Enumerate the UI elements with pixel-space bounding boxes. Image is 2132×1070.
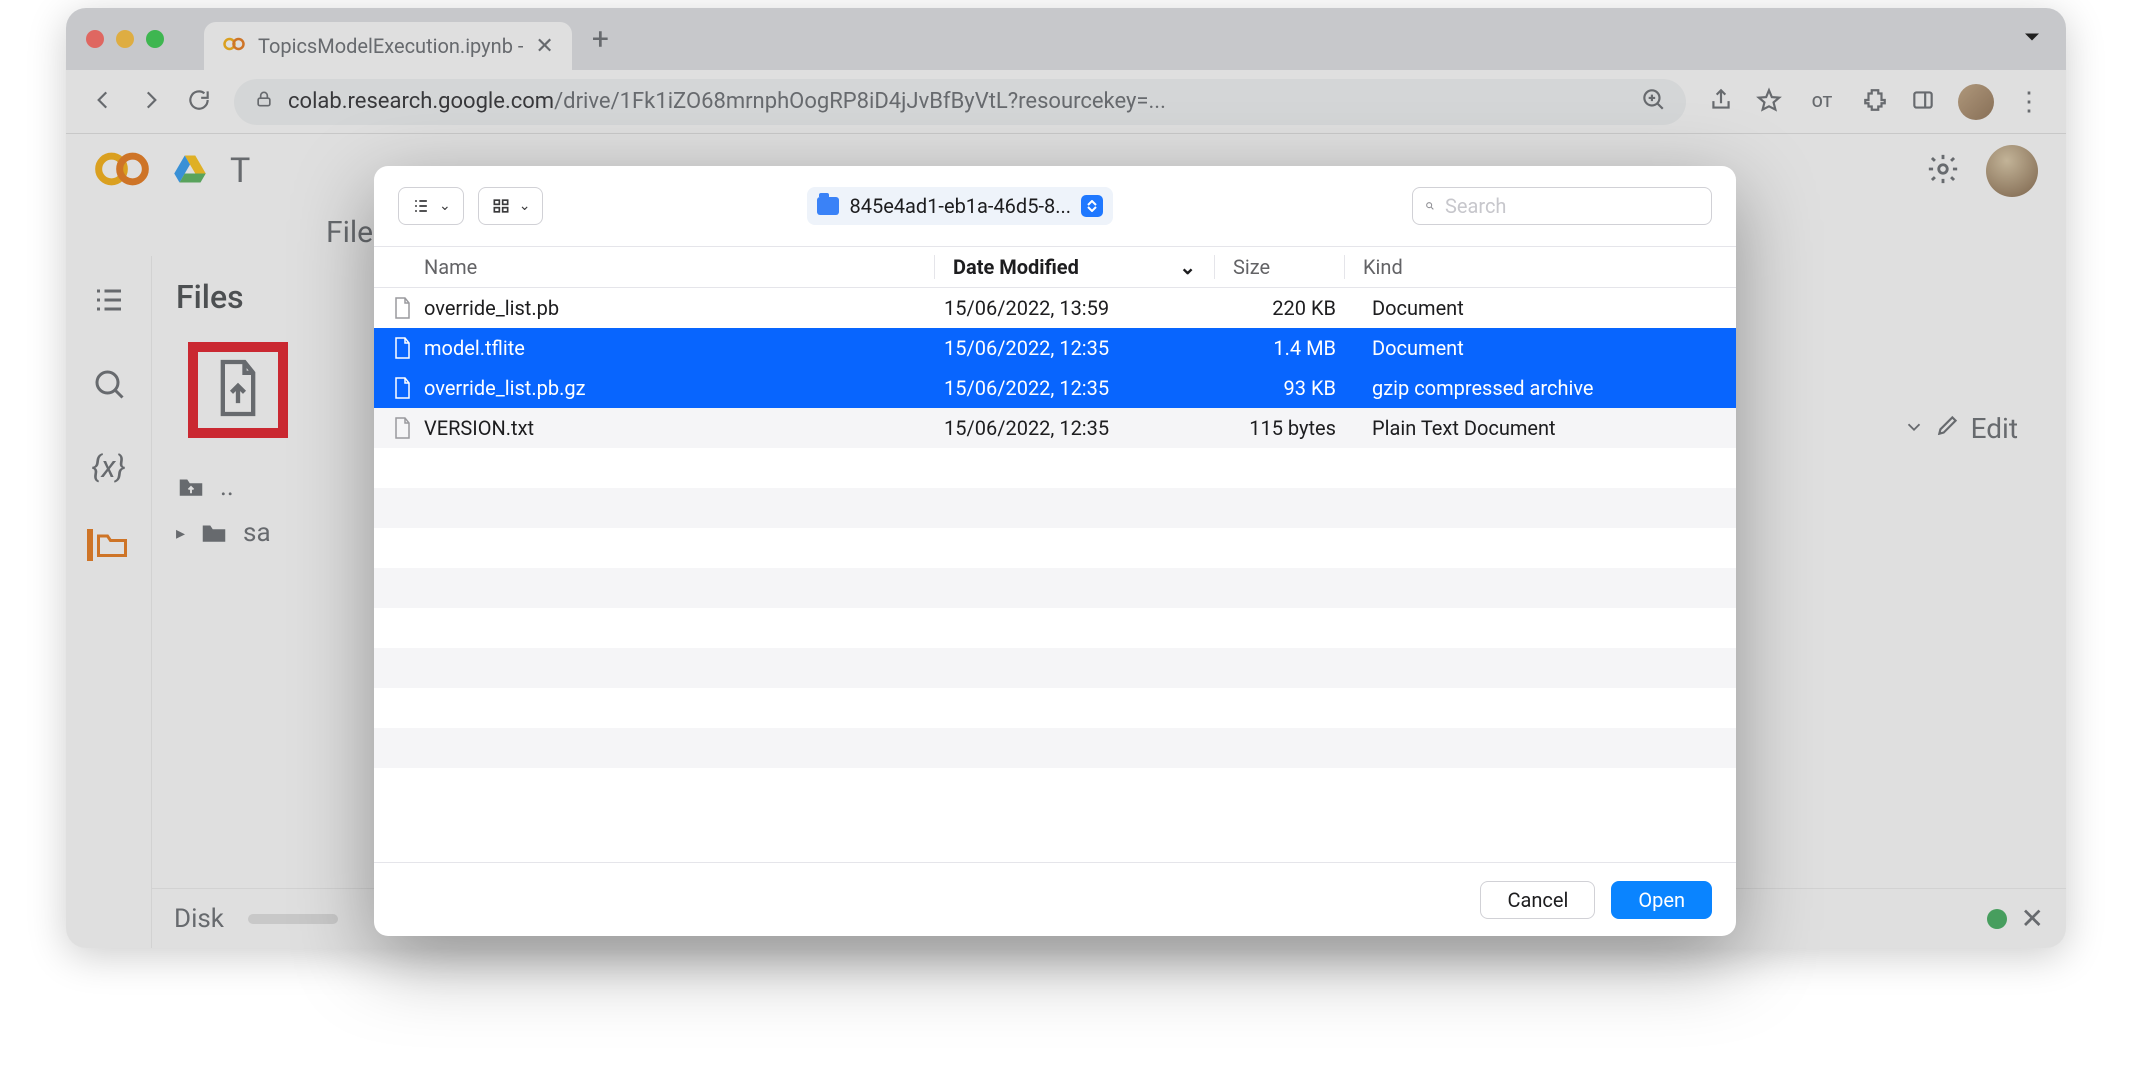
file-date: 15/06/2022, 12:35 xyxy=(944,376,1224,400)
search-input[interactable] xyxy=(1445,194,1699,218)
col-name[interactable]: Name xyxy=(374,255,934,279)
file-size: 1.4 MB xyxy=(1224,336,1354,360)
file-date: 15/06/2022, 12:35 xyxy=(944,336,1224,360)
empty-row xyxy=(374,568,1736,608)
file-name: override_list.pb.gz xyxy=(424,376,944,400)
sort-chevron-icon: ⌄ xyxy=(1179,255,1196,279)
file-size: 220 KB xyxy=(1224,296,1354,320)
empty-row xyxy=(374,688,1736,728)
file-row[interactable]: override_list.pb.gz15/06/2022, 12:3593 K… xyxy=(374,368,1736,408)
empty-row xyxy=(374,448,1736,488)
file-name: VERSION.txt xyxy=(424,416,944,440)
dialog-toolbar: ⌄ ⌄ 845e4ad1-eb1a-46d5-8... xyxy=(374,166,1736,246)
chevron-down-icon: ⌄ xyxy=(439,198,451,214)
open-button[interactable]: Open xyxy=(1611,881,1712,919)
column-headers: Name Date Modified ⌄ Size Kind xyxy=(374,246,1736,288)
file-kind: Document xyxy=(1354,336,1736,360)
folder-name: 845e4ad1-eb1a-46d5-8... xyxy=(849,194,1071,218)
cancel-button[interactable]: Cancel xyxy=(1480,881,1595,919)
empty-row xyxy=(374,528,1736,568)
file-date: 15/06/2022, 13:59 xyxy=(944,296,1224,320)
file-size: 115 bytes xyxy=(1224,416,1354,440)
file-icon xyxy=(390,377,414,399)
file-row[interactable]: override_list.pb15/06/2022, 13:59220 KBD… xyxy=(374,288,1736,328)
empty-row xyxy=(374,648,1736,688)
empty-row xyxy=(374,488,1736,528)
file-row[interactable]: model.tflite15/06/2022, 12:351.4 MBDocum… xyxy=(374,328,1736,368)
folder-popup[interactable]: 845e4ad1-eb1a-46d5-8... xyxy=(807,187,1113,225)
col-date-modified[interactable]: Date Modified ⌄ xyxy=(934,255,1214,279)
file-icon xyxy=(390,417,414,439)
file-icon xyxy=(390,297,414,319)
file-name: model.tflite xyxy=(424,336,944,360)
file-open-dialog: ⌄ ⌄ 845e4ad1-eb1a-46d5-8... Name Date Mo… xyxy=(374,166,1736,936)
col-kind[interactable]: Kind xyxy=(1344,255,1736,279)
group-by-button[interactable]: ⌄ xyxy=(478,187,544,225)
file-row[interactable]: VERSION.txt15/06/2022, 12:35115 bytesPla… xyxy=(374,408,1736,448)
search-icon xyxy=(1425,197,1435,215)
view-list-button[interactable]: ⌄ xyxy=(398,187,464,225)
file-kind: Document xyxy=(1354,296,1736,320)
file-name: override_list.pb xyxy=(424,296,944,320)
file-list: override_list.pb15/06/2022, 13:59220 KBD… xyxy=(374,288,1736,862)
empty-row xyxy=(374,728,1736,768)
folder-popup-stepper[interactable] xyxy=(1081,195,1103,217)
file-kind: gzip compressed archive xyxy=(1354,376,1736,400)
file-kind: Plain Text Document xyxy=(1354,416,1736,440)
col-size[interactable]: Size xyxy=(1214,255,1344,279)
folder-icon xyxy=(817,197,839,215)
empty-row xyxy=(374,608,1736,648)
chevron-down-icon: ⌄ xyxy=(519,198,531,214)
dialog-search[interactable] xyxy=(1412,187,1712,225)
dialog-actions: Cancel Open xyxy=(374,862,1736,936)
file-size: 93 KB xyxy=(1224,376,1354,400)
file-date: 15/06/2022, 12:35 xyxy=(944,416,1224,440)
file-icon xyxy=(390,337,414,359)
